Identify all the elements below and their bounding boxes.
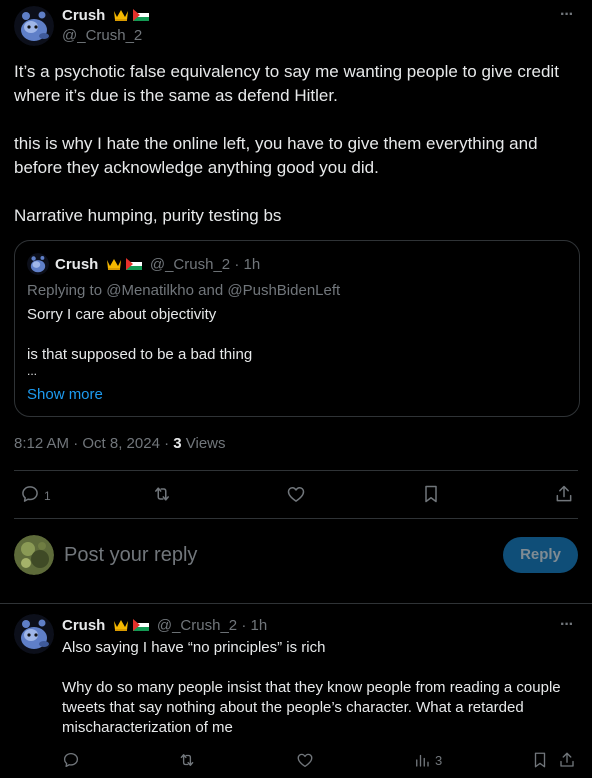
replying-prefix: Replying to	[27, 282, 107, 299]
retweet-button[interactable]	[151, 484, 173, 504]
share-button[interactable]	[554, 484, 574, 504]
reply-like-button[interactable]	[296, 751, 314, 769]
main-tweet-paragraph: this is why I hate the online left, you …	[14, 134, 538, 177]
reply-handle[interactable]: @_Crush_2	[157, 617, 237, 634]
reply-count: 1	[44, 489, 51, 503]
main-more-button[interactable]: ···	[560, 6, 574, 24]
main-handle[interactable]: @_Crush_2	[62, 27, 142, 45]
views-count: 3	[173, 435, 182, 452]
quoted-text-ellipsis: ...	[27, 364, 38, 378]
reply-submit-button[interactable]: Reply	[503, 537, 578, 573]
reply-share-button[interactable]	[558, 751, 576, 769]
main-avatar[interactable]	[14, 6, 54, 46]
palestine-flag-icon	[132, 9, 149, 21]
composer-bottom-border	[0, 603, 592, 604]
quoted-handle: @_Crush_2	[149, 256, 231, 273]
quoted-tweet-card[interactable]: Crush @_Crush_2 · 1h Replying to @Menati…	[14, 240, 580, 417]
tweet-timestamp-line: 8:12 AM · Oct 8, 2024 · 3 Views	[14, 435, 226, 453]
main-author-line: Crush	[62, 7, 149, 27]
current-user-avatar[interactable]	[14, 535, 54, 575]
crown-emoji-icon	[113, 618, 129, 637]
quoted-replying-to: Replying to @Menatilkho and @PushBidenLe…	[27, 282, 340, 300]
reply-display-name[interactable]: Crush	[62, 617, 105, 634]
crown-emoji-icon	[106, 257, 122, 276]
reply-views-button[interactable]: 3	[414, 751, 442, 769]
show-more-link[interactable]: Show more	[27, 386, 103, 404]
main-display-name[interactable]: Crush	[62, 7, 105, 24]
quoted-author-line: Crush @_Crush_2 · 1h	[55, 256, 260, 276]
palestine-flag-icon	[132, 619, 149, 631]
replying-and: and	[194, 282, 228, 299]
reply-paragraph: Also saying I have “no principles” is ri…	[62, 639, 326, 656]
reply-input[interactable]: Post your reply	[64, 542, 197, 568]
quoted-text-line-1: Sorry I care about objectivity	[27, 306, 217, 323]
main-tweet-paragraph: Narrative humping, purity testing bs	[14, 206, 282, 225]
divider	[14, 470, 578, 471]
replying-mention-1: @Menatilkho	[106, 282, 194, 299]
quoted-time: · 1h	[234, 256, 261, 273]
reply-time[interactable]: · 1h	[241, 617, 267, 634]
reply-tweet-text: Also saying I have “no principles” is ri…	[62, 638, 582, 738]
replying-mention-2: @PushBidenLeft	[227, 282, 341, 299]
tweet-timestamp[interactable]: 8:12 AM · Oct 8, 2024 ·	[14, 435, 173, 452]
reply-icon	[20, 484, 40, 504]
main-tweet-text: It’s a psychotic false equivalency to sa…	[14, 60, 574, 228]
reply-reply-button[interactable]	[62, 751, 80, 769]
reply-more-button[interactable]: ···	[560, 616, 574, 634]
like-button[interactable]	[286, 484, 306, 504]
quoted-text-line-2: is that supposed to be a bad thing	[27, 346, 253, 363]
views-label: Views	[181, 435, 226, 452]
quoted-display-name: Crush	[55, 256, 99, 273]
quoted-avatar	[27, 253, 49, 275]
divider	[14, 518, 578, 519]
reply-author-line: Crush @_Crush_2 · 1h	[62, 617, 267, 637]
main-tweet-paragraph: It’s a psychotic false equivalency to sa…	[14, 62, 559, 105]
palestine-flag-icon	[125, 258, 142, 270]
reply-avatar[interactable]	[14, 614, 54, 654]
views-icon	[414, 751, 430, 769]
crown-emoji-icon	[113, 8, 129, 27]
reply-button[interactable]: 1	[20, 484, 51, 504]
reply-retweet-button[interactable]	[177, 751, 197, 769]
reply-paragraph: Why do so many people insist that they k…	[62, 679, 561, 736]
bookmark-button[interactable]	[422, 484, 440, 504]
reply-bookmark-button[interactable]	[532, 751, 548, 769]
reply-views-count: 3	[435, 752, 443, 768]
